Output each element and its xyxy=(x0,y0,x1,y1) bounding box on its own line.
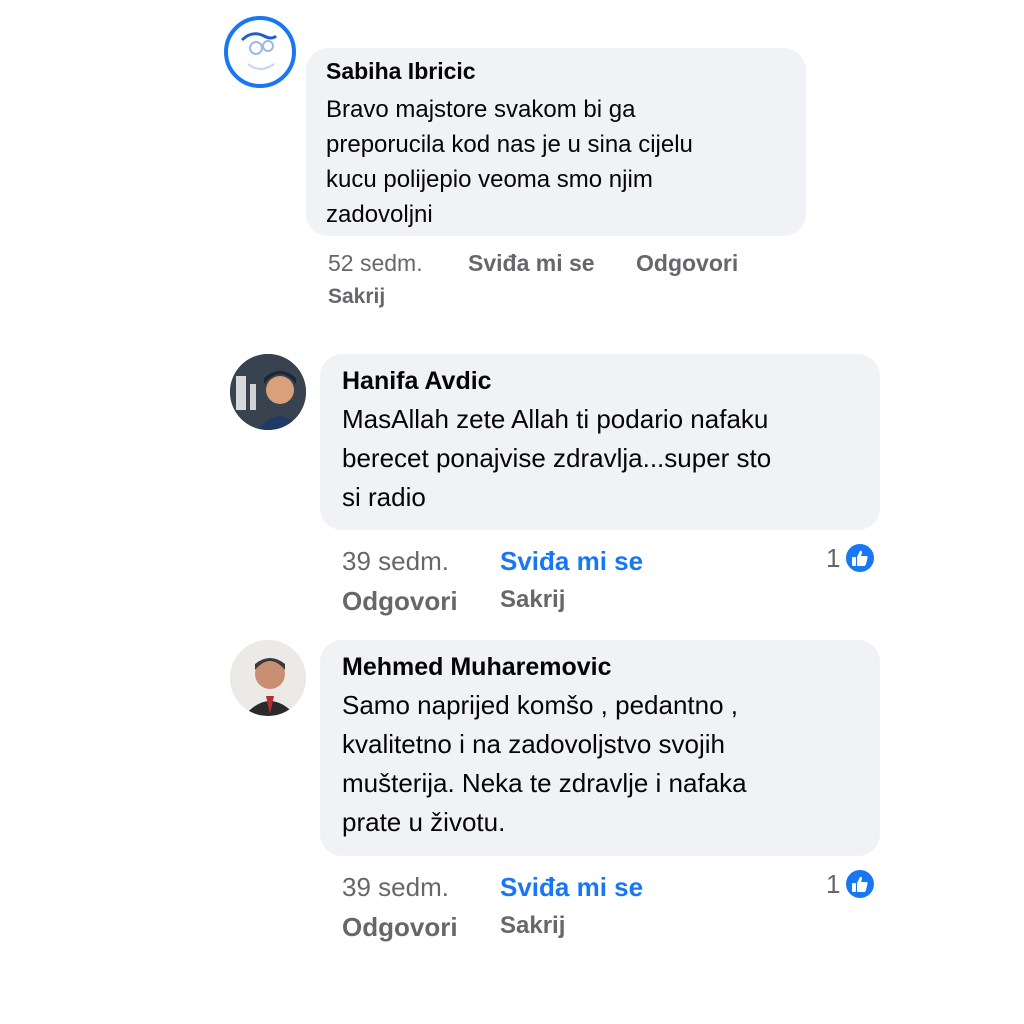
comment-timestamp[interactable]: 39 sedm. xyxy=(342,872,449,903)
comment-author[interactable]: Hanifa Avdic xyxy=(342,366,858,396)
reply-button[interactable]: Odgovori xyxy=(342,912,458,943)
hide-button[interactable]: Sakrij xyxy=(500,586,565,614)
comment-bubble: Hanifa Avdic MasAllah zete Allah ti poda… xyxy=(320,354,880,530)
avatar[interactable] xyxy=(230,354,306,430)
comment-author[interactable]: Sabiha Ibricic xyxy=(326,58,786,84)
avatar-sketch-icon xyxy=(240,32,278,70)
comment-bubble: Sabiha Ibricic Bravo majstore svakom bi … xyxy=(306,48,806,236)
thumbs-up-icon xyxy=(844,868,877,900)
avatar-photo-icon xyxy=(230,640,306,716)
thumbs-up-icon xyxy=(844,542,877,574)
like-button[interactable]: Sviđa mi se xyxy=(500,872,643,903)
hide-button[interactable]: Sakrij xyxy=(500,912,565,940)
comment-timestamp[interactable]: 52 sedm. xyxy=(328,250,423,277)
hide-button[interactable]: Sakrij xyxy=(328,285,385,309)
comment-timestamp[interactable]: 39 sedm. xyxy=(342,546,449,577)
reply-button[interactable]: Odgovori xyxy=(342,586,458,617)
comment-text: Samo naprijed komšo , pedantno , kvalite… xyxy=(342,690,747,837)
comment-text: Bravo majstore svakom bi ga preporucila … xyxy=(326,96,693,228)
avatar-photo-icon xyxy=(230,354,306,430)
reaction-count: 1 xyxy=(826,542,841,573)
reaction-summary[interactable]: 1 xyxy=(826,542,877,574)
comment-author[interactable]: Mehmed Muharemovic xyxy=(342,652,858,682)
comment-text: MasAllah zete Allah ti podario nafaku be… xyxy=(342,404,772,512)
reply-button[interactable]: Odgovori xyxy=(636,250,738,277)
avatar[interactable] xyxy=(230,640,306,716)
reaction-count: 1 xyxy=(826,868,841,899)
comment-bubble: Mehmed Muharemovic Samo naprijed komšo ,… xyxy=(320,640,880,856)
like-button[interactable]: Sviđa mi se xyxy=(468,250,598,277)
like-button[interactable]: Sviđa mi se xyxy=(500,546,643,577)
reaction-summary[interactable]: 1 xyxy=(826,868,877,900)
avatar[interactable] xyxy=(224,16,296,88)
